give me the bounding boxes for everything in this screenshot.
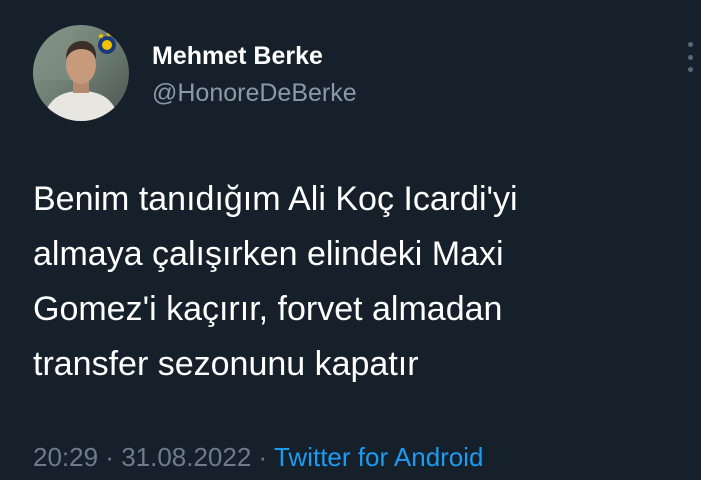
more-dot xyxy=(687,42,693,47)
author-display-name[interactable]: Mehmet Berke xyxy=(152,41,323,71)
tweet-time[interactable]: 20:29 xyxy=(33,442,98,472)
more-dot xyxy=(687,54,693,60)
tweet-text-line: transfer sezonunu kapatır xyxy=(33,345,419,383)
tweet-metadata: 20:29 · 31.08.2022 · Twitter for Android xyxy=(33,441,484,473)
tweet-text-line: almaya çalışırken elindeki Maxi xyxy=(33,235,504,273)
avatar[interactable] xyxy=(33,25,129,121)
tweet-source-link[interactable]: Twitter for Android xyxy=(274,442,484,472)
meta-separator: · xyxy=(98,442,122,472)
meta-separator: · xyxy=(251,442,274,472)
author-handle[interactable]: @HonoreDeBerke xyxy=(152,78,357,108)
tweet-text-line: Benim tanıdığım Ali Koç Icardi'yi xyxy=(33,180,518,218)
tweet-text: Benim tanıdığım Ali Koç Icardi'yi almaya… xyxy=(33,172,673,392)
tweet-date[interactable]: 31.08.2022 xyxy=(121,442,251,472)
more-dot xyxy=(687,67,693,72)
more-options-icon[interactable] xyxy=(680,42,700,72)
tweet-text-line: Gomez'i kaçırır, forvet almadan xyxy=(33,290,503,328)
avatar-photo xyxy=(33,25,129,121)
tweet-card: Mehmet Berke @HonoreDeBerke Benim tanıdı… xyxy=(0,0,701,480)
